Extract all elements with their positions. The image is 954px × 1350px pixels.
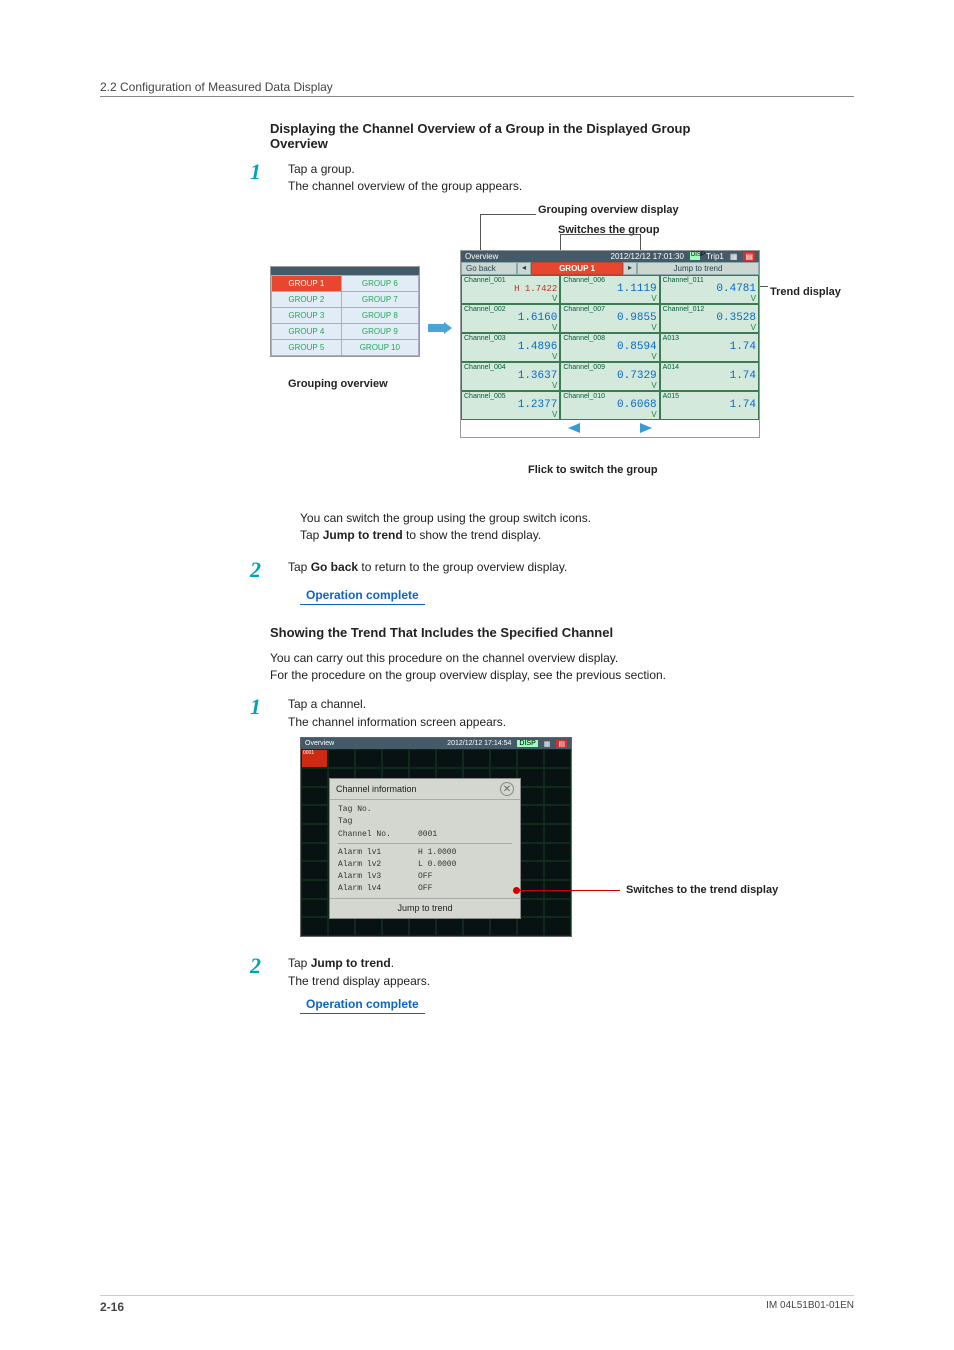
overview-topbar: Overview 2012/12/12 17:01:30 DISP Trip1 … [461, 251, 759, 262]
channel-cell[interactable]: Channel_0100.6068V [560, 391, 659, 420]
group-table: GROUP 1GROUP 6 GROUP 2GROUP 7 GROUP 3GRO… [271, 275, 419, 356]
channel-overview-panel: Overview 2012/12/12 17:01:30 DISP Trip1 … [460, 250, 760, 438]
group-btn-3[interactable]: GROUP 3 [272, 307, 342, 323]
step-a2-pre: Tap [288, 560, 311, 574]
section-header: 2.2 Configuration of Measured Data Displ… [100, 80, 854, 97]
step-a2-bold: Go back [311, 560, 358, 574]
group-btn-1[interactable]: GROUP 1 [272, 275, 342, 291]
group-prev-button[interactable]: ◂ [517, 262, 531, 275]
channel-cell[interactable]: Channel_0110.4781V [660, 275, 759, 304]
group-btn-2[interactable]: GROUP 2 [272, 291, 342, 307]
group-btn-6[interactable]: GROUP 6 [341, 275, 418, 291]
close-icon[interactable]: ✕ [500, 782, 514, 796]
overview-title: Overview [465, 252, 498, 261]
step-a1: 1 Tap a group. The channel overview of t… [250, 161, 854, 196]
jump-to-trend-button[interactable]: Jump to trend [637, 262, 759, 275]
after-text-2b: Jump to trend [323, 528, 403, 542]
channel-cell[interactable]: A0151.74 [660, 391, 759, 420]
trip-label: Trip1 [706, 252, 724, 261]
channel-cell[interactable]: A0131.74 [660, 333, 759, 362]
figure-1: Grouping overview display Switches the g… [270, 204, 854, 504]
channel-cell[interactable]: Channel_0080.8594V [560, 333, 659, 362]
step-a1-line1: Tap a group. [288, 162, 355, 176]
step-a1-line2: The channel overview of the group appear… [288, 179, 522, 193]
after-text-2a: Tap [300, 528, 323, 542]
step-b2-bold: Jump to trend [311, 956, 391, 970]
callout-trend-display: Trend display [770, 286, 841, 298]
after-text-1: You can switch the group using the group… [300, 511, 591, 525]
p2b: For the procedure on the group overview … [270, 668, 666, 682]
menu-icon[interactable]: ▤ [743, 252, 755, 261]
go-back-button[interactable]: Go back [461, 262, 517, 275]
ci-time: 2012/12/12 17:14:54 [447, 740, 511, 747]
overview-time: 2012/12/12 17:01:30 [611, 252, 684, 261]
channel-cell[interactable]: Channel_0070.9855V [560, 304, 659, 333]
flick-left-icon[interactable] [568, 423, 580, 433]
subsection-heading-2: Showing the Trend That Includes the Spec… [270, 625, 854, 640]
group-btn-10[interactable]: GROUP 10 [341, 339, 418, 355]
callout-grouping-overview-display: Grouping overview display [538, 204, 679, 216]
figure-2: Overview 2012/12/12 17:14:54 DISP ▦ ▤ 00… [300, 737, 572, 937]
ci-grid-icon[interactable]: ▦ [544, 740, 551, 748]
p2a: You can carry out this procedure on the … [270, 651, 618, 665]
group-next-button[interactable]: ▸ [623, 262, 637, 275]
ci-title: Overview [305, 740, 334, 747]
callout-grouping-overview: Grouping overview [288, 378, 388, 390]
channel-cell[interactable]: Channel_0041.3637V [461, 362, 560, 391]
step-b2-post: . [391, 956, 394, 970]
step-a2: 2 Tap Go back to return to the group ove… [250, 559, 854, 581]
step-number-2: 2 [250, 559, 270, 581]
doc-id: IM 04L51B01-01EN [766, 1300, 854, 1314]
callout-flick: Flick to switch the group [528, 464, 658, 476]
ci-disp[interactable]: DISP [517, 740, 537, 747]
page-number: 2-16 [100, 1300, 124, 1314]
ci-topbar: Overview 2012/12/12 17:14:54 DISP ▦ ▤ [301, 738, 571, 749]
channel-cell[interactable]: Channel_0090.7329V [560, 362, 659, 391]
overview-toolbar: Go back ◂ GROUP 1 ▸ Jump to trend [461, 262, 759, 275]
flick-area[interactable] [461, 420, 759, 437]
step-number-b1: 1 [250, 696, 270, 718]
pointer-line [520, 890, 620, 891]
step-b2-line2: The trend display appears. [288, 974, 430, 988]
group-btn-5[interactable]: GROUP 5 [272, 339, 342, 355]
group-btn-7[interactable]: GROUP 7 [341, 291, 418, 307]
operation-complete-1: Operation complete [300, 587, 425, 605]
step-number-1: 1 [250, 161, 270, 183]
channel-info-popup-title: Channel information [336, 784, 417, 794]
grid-icon[interactable]: ▦ [730, 252, 738, 261]
channel-grid: Channel_001H 1.7422VChannel_0061.1119VCh… [461, 275, 759, 420]
step-number-b2: 2 [250, 955, 270, 977]
channel-info-popup: Channel information ✕ Tag No.TagChannel … [329, 778, 521, 919]
channel-cell[interactable]: Channel_0051.2377V [461, 391, 560, 420]
channel-cell[interactable]: Channel_0021.6160V [461, 304, 560, 333]
group-btn-9[interactable]: GROUP 9 [341, 323, 418, 339]
group-name-selector[interactable]: GROUP 1 [531, 262, 623, 275]
after-text-2c: to show the trend display. [403, 528, 542, 542]
channel-cell[interactable]: Channel_001H 1.7422V [461, 275, 560, 304]
disp-icon[interactable]: DISP [690, 252, 700, 260]
channel-cell[interactable]: A0141.74 [660, 362, 759, 391]
group-btn-4[interactable]: GROUP 4 [272, 323, 342, 339]
grouping-overview-panel: GROUP 1GROUP 6 GROUP 2GROUP 7 GROUP 3GRO… [270, 266, 420, 357]
channel-cell[interactable]: Channel_0031.4896V [461, 333, 560, 362]
popup-jump-to-trend[interactable]: Jump to trend [330, 898, 520, 918]
page-footer: 2-16 IM 04L51B01-01EN [100, 1295, 854, 1314]
callout-switches-trend: Switches to the trend display [626, 884, 816, 896]
operation-complete-2: Operation complete [300, 996, 425, 1014]
channel-cell[interactable]: Channel_0061.1119V [560, 275, 659, 304]
subsection-heading-1: Displaying the Channel Overview of a Gro… [270, 121, 710, 151]
step-b1-line1: Tap a channel. [288, 697, 366, 711]
arrow-icon [428, 322, 452, 334]
step-b1-line2: The channel information screen appears. [288, 715, 506, 729]
step-b1: 1 Tap a channel. The channel information… [250, 696, 854, 731]
step-a2-post: to return to the group overview display. [358, 560, 567, 574]
step-b2: 2 Tap Jump to trend. The trend display a… [250, 955, 854, 990]
channel-cell[interactable]: Channel_0120.3528V [660, 304, 759, 333]
step-b2-pre: Tap [288, 956, 311, 970]
flick-right-icon[interactable] [640, 423, 652, 433]
ci-menu-icon[interactable]: ▤ [556, 740, 567, 748]
group-btn-8[interactable]: GROUP 8 [341, 307, 418, 323]
